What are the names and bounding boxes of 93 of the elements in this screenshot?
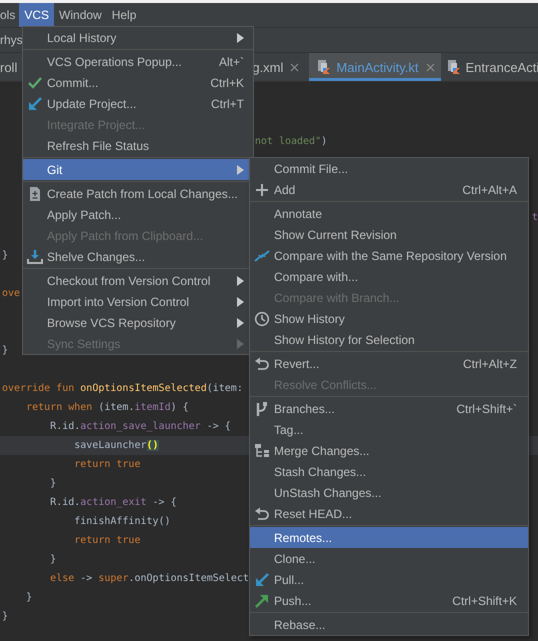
code-text: } bbox=[50, 478, 56, 489]
menu-item[interactable]: Create Patch from Local Changes... bbox=[23, 183, 253, 204]
code-text: action_exit bbox=[80, 497, 147, 508]
code-text: return true bbox=[74, 535, 140, 546]
submenu-arrow-icon bbox=[237, 318, 244, 328]
code-text: itemId bbox=[134, 402, 171, 413]
code-text: ) { bbox=[170, 402, 189, 413]
menu-item[interactable]: Stash Changes... bbox=[250, 461, 528, 482]
code-text: else bbox=[50, 573, 74, 584]
menu-item[interactable]: Checkout from Version Control bbox=[23, 270, 253, 291]
undo-icon bbox=[254, 506, 270, 522]
code-text: } bbox=[2, 250, 8, 261]
menu-item[interactable]: Show History for Selection bbox=[250, 329, 528, 350]
menu-item[interactable]: Remotes... bbox=[250, 527, 528, 548]
menu-item[interactable]: Branches... Ctrl+Shift+` bbox=[250, 398, 528, 419]
menu-bar-item[interactable]: ols bbox=[0, 3, 20, 27]
menu-item[interactable]: Reset HEAD... bbox=[250, 503, 528, 524]
editor-tab[interactable]: roll bbox=[0, 53, 18, 81]
code-text: } bbox=[2, 611, 8, 622]
down-left-arrow-icon bbox=[27, 96, 43, 112]
code-text: ove bbox=[2, 288, 20, 299]
menu-item[interactable]: Commit File... bbox=[250, 158, 528, 179]
code-text: -> { bbox=[152, 497, 177, 508]
code-text: (item. bbox=[98, 402, 134, 413]
menu-item[interactable]: Revert... Ctrl+Alt+Z bbox=[250, 353, 528, 374]
submenu-arrow-icon bbox=[237, 338, 244, 348]
code-text: (item: bbox=[206, 383, 244, 394]
close-icon[interactable] bbox=[290, 62, 300, 72]
code-text: -> { bbox=[206, 421, 231, 432]
menu-item[interactable]: Show Current Revision bbox=[250, 224, 528, 245]
menu-item[interactable]: Annotate bbox=[250, 203, 528, 224]
code-text: not loaded" bbox=[254, 136, 322, 147]
menu-item[interactable]: Apply Patch... bbox=[23, 204, 253, 225]
down-left-arrow-icon bbox=[254, 572, 270, 588]
code-text: } bbox=[2, 345, 8, 356]
submenu-arrow-icon bbox=[237, 164, 244, 174]
up-right-arrow-icon bbox=[254, 592, 270, 608]
menu-item[interactable]: Compare with the Same Repository Version bbox=[250, 245, 528, 266]
project-name[interactable]: rhys bbox=[0, 33, 23, 47]
code-text: ) bbox=[321, 136, 328, 147]
code-text: R.id. bbox=[50, 497, 80, 508]
kotlin-file-icon bbox=[317, 60, 332, 74]
menu-item[interactable]: Commit... Ctrl+K bbox=[23, 72, 253, 93]
branch-icon bbox=[254, 400, 270, 416]
menu-item[interactable]: Compare with... bbox=[250, 266, 528, 287]
code-text: super bbox=[98, 573, 128, 584]
code-text: .onOptionsItemSelect bbox=[128, 573, 249, 584]
menu-item[interactable]: Shelve Changes... bbox=[23, 246, 253, 267]
code-text: } bbox=[26, 592, 32, 603]
compare-arrows-icon bbox=[254, 248, 270, 264]
code-text: return true bbox=[74, 459, 140, 470]
menu-item[interactable]: Pull... bbox=[250, 569, 528, 590]
tray-download-icon bbox=[27, 248, 43, 264]
code-text: action_save_launcher bbox=[80, 421, 201, 432]
submenu-arrow-icon bbox=[237, 276, 244, 286]
code-text: override fun bbox=[2, 383, 76, 394]
undo-icon bbox=[254, 356, 270, 372]
menu-bar-item[interactable]: Help bbox=[106, 3, 142, 27]
code-text: saveLauncher bbox=[74, 440, 146, 451]
menu-item[interactable]: Add Ctrl+Alt+A bbox=[250, 179, 528, 200]
menu-item[interactable]: VCS Operations Popup... Alt+` bbox=[23, 51, 253, 72]
menu-item[interactable]: UnStash Changes... bbox=[250, 482, 528, 503]
menu-item[interactable]: Local History bbox=[23, 27, 253, 48]
submenu-arrow-icon bbox=[237, 32, 244, 42]
menu-item[interactable]: Refresh File Status bbox=[23, 135, 253, 156]
close-icon[interactable] bbox=[426, 62, 435, 72]
menu-item[interactable]: Tag... bbox=[250, 419, 528, 440]
check-icon bbox=[27, 74, 43, 90]
menu-item[interactable]: Clone... bbox=[250, 548, 528, 569]
folder-tree-icon bbox=[254, 442, 270, 458]
menu-item[interactable]: Rebase... bbox=[250, 614, 528, 635]
menu-item[interactable]: Push... Ctrl+Shift+K bbox=[250, 590, 528, 611]
menu-bar-item[interactable]: Window bbox=[54, 3, 107, 27]
code-text: -> bbox=[79, 573, 94, 584]
kotlin-file-icon bbox=[446, 60, 461, 74]
code-text: onOptionsItemSelected bbox=[80, 383, 207, 394]
code-text: } bbox=[50, 554, 56, 565]
code-text: t bbox=[532, 212, 538, 223]
menu-item[interactable]: Update Project... Ctrl+T bbox=[23, 93, 253, 114]
code-text: return when bbox=[26, 402, 94, 413]
menu-item[interactable]: Browse VCS Repository bbox=[23, 312, 253, 333]
submenu-arrow-icon bbox=[237, 296, 244, 306]
menu-item[interactable]: Merge Changes... bbox=[250, 440, 528, 461]
menu-item[interactable]: Import into Version Control bbox=[23, 291, 253, 312]
menu-item[interactable]: Show History bbox=[250, 308, 528, 329]
code-text: finishAffinity() bbox=[74, 516, 171, 527]
code-text: R.id. bbox=[50, 421, 80, 432]
code-text: () bbox=[146, 440, 159, 451]
document-icon bbox=[27, 186, 43, 202]
clock-icon bbox=[254, 310, 270, 326]
plus-icon bbox=[254, 182, 270, 198]
menu-bar-item[interactable]: VCS bbox=[19, 3, 54, 27]
editor-tab[interactable]: EntranceActi bbox=[440, 53, 538, 81]
